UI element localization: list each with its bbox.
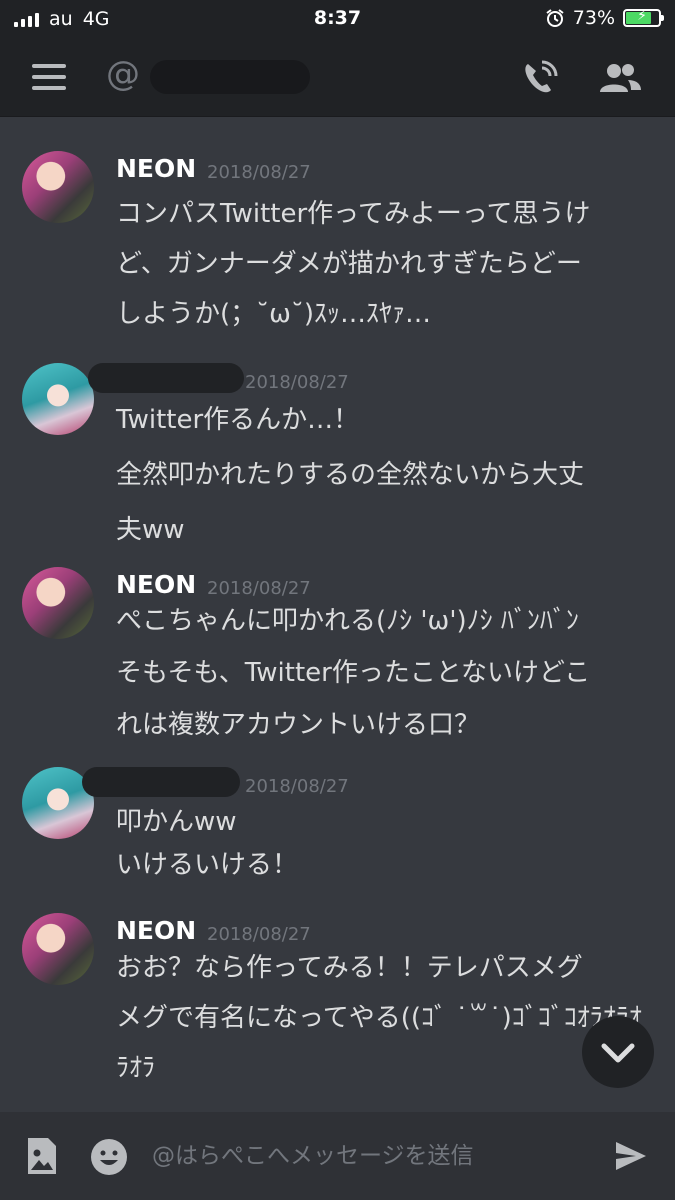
avatar[interactable]	[22, 151, 94, 223]
message-composer	[0, 1112, 675, 1200]
redacted-username	[150, 60, 310, 94]
message-body: ぺこちゃんに叩かれる(ﾉｼ 'ω')ﾉｼ ﾊﾞﾝﾊﾞﾝ そもそも、Twitter…	[116, 595, 590, 751]
battery-icon: ⚡	[623, 8, 664, 27]
message-input[interactable]	[150, 1132, 594, 1180]
hamburger-icon[interactable]	[32, 64, 66, 90]
status-bar: au 4G 8:37 73% ⚡	[0, 0, 675, 38]
message-line: れは複数アカウントいける口？	[116, 710, 481, 740]
avatar[interactable]	[22, 363, 94, 435]
channel-header: @	[0, 38, 675, 117]
message-line: Twitter作るんか…！	[116, 405, 360, 435]
message-line: しようか(；˘ω˘)ｽｯ…ｽﾔｧ…	[116, 299, 432, 329]
chevron-down-icon	[601, 1043, 635, 1063]
message-body: コンパスTwitter作ってみよーって思うけ ど、ガンナーダメが描かれすぎたらど…	[116, 189, 591, 339]
message-list[interactable]: NEON 2018/08/27 コンパスTwitter作ってみよーって思うけ ど…	[0, 117, 675, 1107]
message-date: 2018/08/27	[245, 776, 349, 797]
message-body: Twitter作るんか…！ 全然叩かれたりするの全然ないから大丈 夫ww	[116, 393, 584, 558]
message-line: 全然叩かれたりするの全然ないから大丈	[116, 460, 585, 490]
message-body: 叩かんww いけるいける！	[116, 801, 298, 887]
message-date: 2018/08/27	[207, 162, 311, 183]
message-line: コンパスTwitter作ってみよーって思うけ	[116, 199, 591, 229]
message-line: おお？なら作ってみる！！テレパスメグ	[116, 953, 583, 983]
image-upload-icon[interactable]	[26, 1136, 58, 1176]
redacted-author-name	[88, 363, 244, 393]
status-right: 73% ⚡	[545, 7, 664, 29]
people-icon[interactable]	[598, 60, 642, 96]
message-body: おお？なら作ってみる！！テレパスメグ メグで有名になってやる((ｺﾞ ˙꒳˙)ｺ…	[116, 943, 642, 1093]
author-name[interactable]: NEON	[116, 916, 196, 945]
charging-bolt-icon: ⚡	[637, 8, 647, 24]
message-line: いけるいける！	[116, 850, 299, 880]
author-name[interactable]: NEON	[116, 154, 196, 183]
scroll-to-bottom-button[interactable]	[582, 1016, 654, 1088]
message-line: ど、ガンナーダメが描かれすぎたらどー	[116, 249, 582, 279]
alarm-icon	[546, 9, 564, 27]
avatar[interactable]	[22, 913, 94, 985]
message-line: 叩かんww	[116, 807, 237, 837]
emoji-icon[interactable]	[90, 1138, 128, 1176]
message-line: ぺこちゃんに叩かれる(ﾉｼ 'ω')ﾉｼ ﾊﾞﾝﾊﾞﾝ	[116, 606, 579, 636]
message-line: ﾗｵﾗ	[116, 1053, 156, 1083]
phone-call-icon[interactable]	[520, 60, 560, 96]
redacted-author-name	[82, 767, 240, 797]
message-date: 2018/08/27	[207, 924, 311, 945]
battery-percent: 73%	[572, 7, 615, 29]
send-icon[interactable]	[614, 1140, 648, 1172]
avatar[interactable]	[22, 567, 94, 639]
at-symbol: @	[106, 54, 140, 94]
message-date: 2018/08/27	[245, 372, 349, 393]
message-line: メグで有名になってやる((ｺﾞ ˙꒳˙)ｺﾞｺﾞｺｵﾗｵﾗｵ	[116, 1003, 642, 1033]
message-line: そもそも、Twitter作ったことないけどこ	[116, 658, 591, 688]
message-line: 夫ww	[116, 515, 185, 545]
